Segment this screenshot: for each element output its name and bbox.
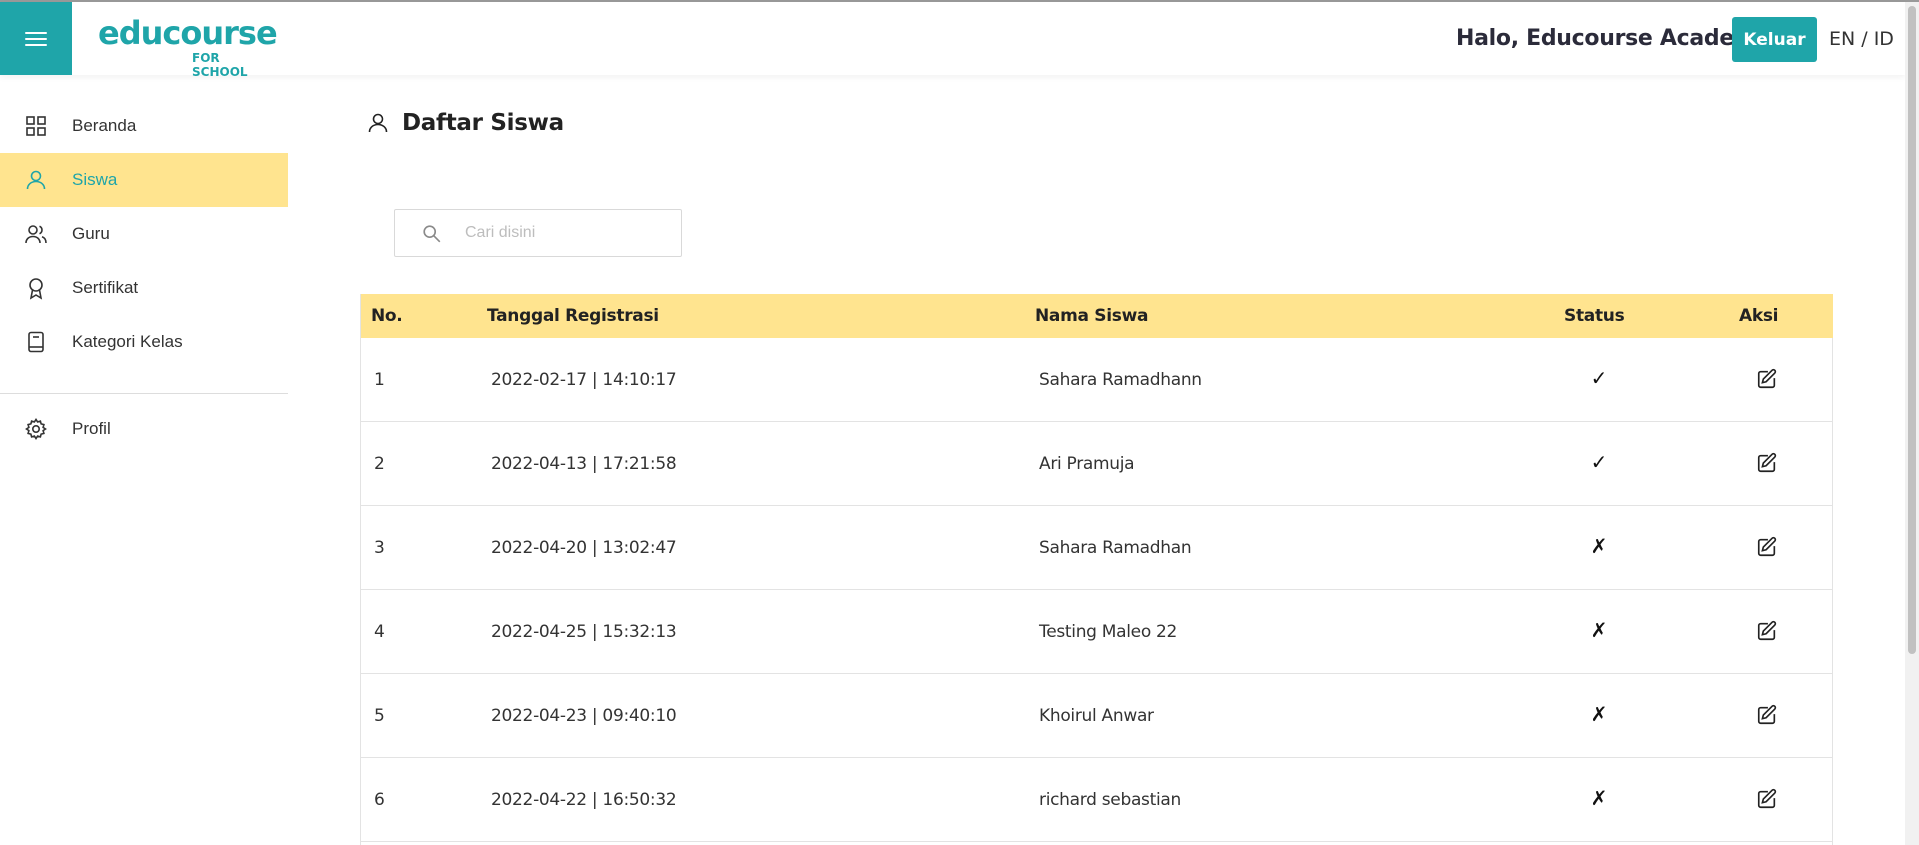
row-number: 3 [374, 538, 385, 558]
student-name: richard sebastian [1039, 790, 1181, 810]
sidebar-item-label: Kategori Kelas [72, 332, 183, 351]
grid-icon [26, 116, 46, 136]
edit-icon[interactable] [1756, 536, 1778, 558]
award-icon [29, 278, 43, 300]
row-number: 1 [374, 370, 385, 390]
educourse-logo[interactable]: educourse FOR SCHOOL [98, 12, 278, 79]
sidebar-item-beranda[interactable]: Beranda [0, 99, 288, 153]
students-table: No. Tanggal Registrasi Nama Siswa Status… [360, 294, 1833, 845]
registration-date: 2022-04-13 | 17:21:58 [491, 454, 677, 474]
hamburger-icon [25, 31, 47, 46]
row-number: 2 [374, 454, 385, 474]
registration-date: 2022-04-20 | 13:02:47 [491, 538, 677, 558]
status-check-icon: ✓ [1590, 366, 1608, 390]
sidebar-item-sertifikat[interactable]: Sertifikat [0, 261, 288, 315]
column-header-registration-date: Tanggal Registrasi [487, 306, 659, 326]
hamburger-menu-button[interactable] [0, 2, 72, 75]
student-name: Khoirul Anwar [1039, 706, 1154, 726]
table-row: 3 2022-04-20 | 13:02:47 Sahara Ramadhan … [361, 506, 1833, 590]
status-cross-icon: ✗ [1590, 786, 1608, 810]
student-name: Sahara Ramadhann [1039, 370, 1202, 390]
search-box[interactable] [394, 209, 682, 257]
column-header-action: Aksi [1739, 306, 1779, 326]
logout-button[interactable]: Keluar [1732, 17, 1817, 62]
table-row: 4 2022-04-25 | 15:32:13 Testing Maleo 22… [361, 590, 1833, 674]
user-icon [368, 113, 388, 133]
page-scrollbar[interactable] [1905, 2, 1919, 845]
registration-date: 2022-04-23 | 09:40:10 [491, 706, 677, 726]
sidebar-item-label: Sertifikat [72, 278, 139, 297]
student-name: Ari Pramuja [1039, 454, 1135, 474]
column-header-status: Status [1564, 306, 1625, 326]
registration-date: 2022-04-25 | 15:32:13 [491, 622, 677, 642]
page-title: Daftar Siswa [366, 110, 564, 136]
user-greeting: Halo, Educourse Academy [1456, 26, 1771, 51]
sidebar-item-kategori-kelas[interactable]: Kategori Kelas [0, 315, 288, 369]
page-title-text: Daftar Siswa [402, 110, 564, 136]
sidebar-item-label: Beranda [72, 116, 137, 135]
student-name: Sahara Ramadhan [1039, 538, 1192, 558]
status-cross-icon: ✗ [1590, 534, 1608, 558]
table-row: 6 2022-04-22 | 16:50:32 richard sebastia… [361, 758, 1833, 842]
top-header: educourse FOR SCHOOL Halo, Educourse Aca… [0, 2, 1905, 79]
sidebar-item-siswa[interactable]: Siswa [0, 153, 288, 207]
registration-date: 2022-02-17 | 14:10:17 [491, 370, 677, 390]
status-cross-icon: ✗ [1590, 702, 1608, 726]
edit-icon[interactable] [1756, 452, 1778, 474]
table-header: No. Tanggal Registrasi Nama Siswa Status… [361, 294, 1833, 338]
sidebar-item-label: Guru [72, 224, 110, 243]
book-icon [28, 331, 44, 353]
edit-icon[interactable] [1756, 620, 1778, 642]
column-header-no: No. [371, 306, 403, 326]
logo-wordmark: educourse [98, 14, 278, 52]
student-name: Testing Maleo 22 [1039, 622, 1178, 642]
table-row: 5 2022-04-23 | 09:40:10 Khoirul Anwar ✗ [361, 674, 1833, 758]
status-check-icon: ✓ [1590, 450, 1608, 474]
sidebar-divider [0, 393, 288, 394]
row-number: 6 [374, 790, 385, 810]
row-number: 5 [374, 706, 385, 726]
search-icon [423, 225, 441, 243]
sidebar-item-label: Profil [72, 419, 111, 438]
sidebar-item-guru[interactable]: Guru [0, 207, 288, 261]
search-input[interactable] [465, 218, 665, 248]
registration-date: 2022-04-22 | 16:50:32 [491, 790, 677, 810]
scrollbar-thumb[interactable] [1908, 6, 1916, 654]
edit-icon[interactable] [1756, 704, 1778, 726]
gear-icon [25, 418, 47, 440]
row-number: 4 [374, 622, 385, 642]
column-header-student-name: Nama Siswa [1035, 306, 1149, 326]
edit-icon[interactable] [1756, 788, 1778, 810]
edit-icon[interactable] [1756, 368, 1778, 390]
sidebar-item-profil[interactable]: Profil [0, 402, 288, 456]
table-row: 1 2022-02-17 | 14:10:17 Sahara Ramadhann… [361, 338, 1833, 422]
user-icon [26, 170, 46, 190]
sidebar: Beranda Siswa Guru Sertifikat Kategori K… [0, 75, 288, 845]
status-cross-icon: ✗ [1590, 618, 1608, 642]
language-switcher[interactable]: EN / ID [1829, 28, 1894, 50]
table-row: 2 2022-04-13 | 17:21:58 Ari Pramuja ✓ [361, 422, 1833, 506]
users-icon [25, 225, 47, 244]
sidebar-item-label: Siswa [72, 170, 118, 189]
